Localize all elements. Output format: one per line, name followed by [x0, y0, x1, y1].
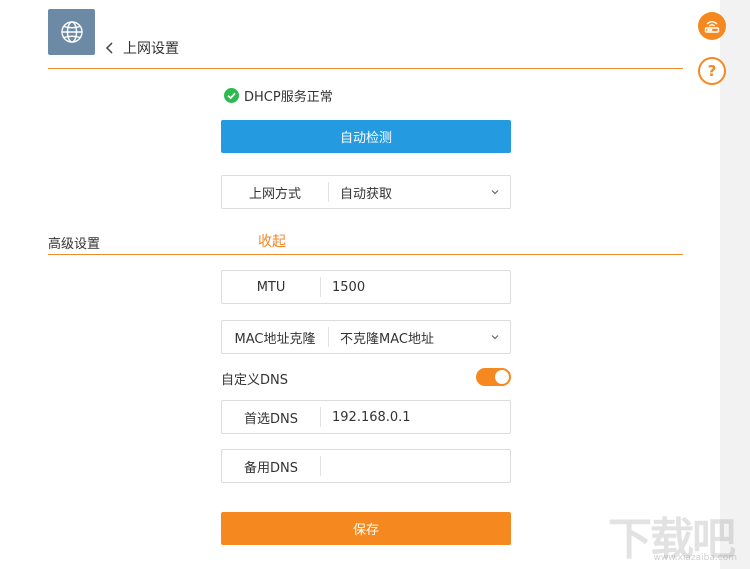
mac-clone-value: 不克隆MAC地址 [340, 331, 434, 347]
globe-icon [60, 21, 83, 43]
mtu-label: MTU [256, 279, 286, 295]
advanced-settings-title: 高级设置 [48, 237, 101, 252]
custom-dns-label: 自定义DNS [221, 373, 288, 388]
help-button[interactable]: ? [698, 57, 726, 85]
auto-detect-button[interactable]: 自动检测 [221, 120, 511, 153]
advanced-divider [48, 254, 683, 255]
collapse-link[interactable]: 收起 [258, 231, 286, 251]
header-divider [48, 68, 683, 69]
dhcp-status-text: DHCP服务正常 [244, 90, 333, 105]
router-status-button[interactable] [698, 12, 726, 40]
secondary-dns-label: 备用DNS [244, 460, 299, 476]
connection-type-label: 上网方式 [248, 186, 301, 202]
chevron-down-icon [491, 335, 499, 340]
connection-type-value: 自动获取 [340, 186, 393, 202]
primary-dns-label: 首选DNS [244, 411, 299, 427]
help-icon: ? [707, 61, 717, 80]
primary-dns-field: 首选DNS [221, 400, 511, 434]
right-scroll-strip [720, 0, 750, 569]
connection-type-select[interactable]: 上网方式 自动获取 [221, 175, 511, 209]
chevron-down-icon [491, 190, 499, 195]
router-icon [704, 21, 720, 33]
mtu-field: MTU [221, 270, 511, 304]
chevron-left-icon [105, 42, 113, 54]
watermark: 下载吧 www.xiazaiba.com [608, 503, 743, 565]
mtu-input[interactable] [321, 270, 510, 304]
globe-tile [48, 9, 95, 55]
back-button[interactable]: 上网设置 [103, 38, 179, 58]
primary-dns-input[interactable] [321, 400, 510, 434]
save-button[interactable]: 保存 [221, 512, 511, 545]
secondary-dns-input[interactable] [321, 449, 510, 483]
check-circle-icon [224, 88, 239, 103]
dhcp-status: DHCP服务正常 [224, 86, 333, 105]
page-title: 上网设置 [123, 41, 179, 57]
custom-dns-toggle[interactable] [476, 368, 511, 386]
secondary-dns-field: 备用DNS [221, 449, 511, 483]
watermark-url: www.xiazaiba.com [653, 553, 737, 563]
toggle-knob [495, 370, 509, 384]
mac-clone-label: MAC地址克隆 [234, 331, 316, 347]
mac-clone-select[interactable]: MAC地址克隆 不克隆MAC地址 [221, 320, 511, 354]
